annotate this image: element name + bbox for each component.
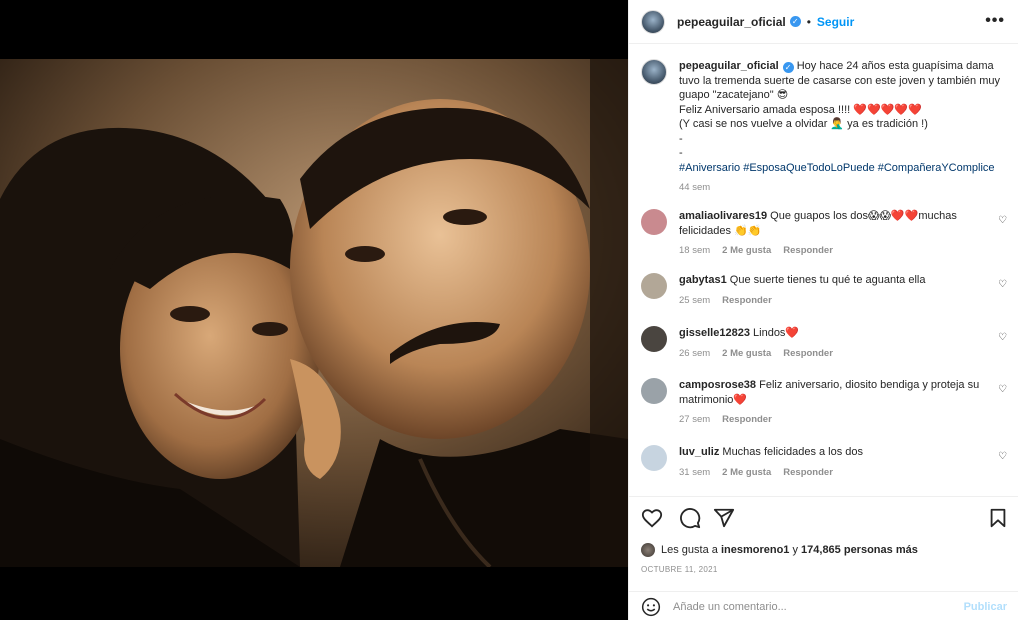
comment-like-icon[interactable]: ♡ — [998, 451, 1007, 462]
caption-text-5: - — [679, 147, 683, 159]
comment-item: camposrose38 Feliz aniversario, diosito … — [641, 378, 1007, 428]
caption-text-2: Feliz Aniversario amada esposa !!!! ❤️❤️… — [679, 103, 922, 116]
comment-text: Muchas felicidades a los dos — [722, 446, 864, 458]
comment-username[interactable]: gisselle12823 — [679, 327, 750, 339]
comment-item: luv_uliz Muchas felicidades a los dos 31… — [641, 445, 1007, 480]
author-avatar[interactable] — [641, 9, 665, 34]
comment-like-icon[interactable]: ♡ — [998, 215, 1007, 226]
separator-dot: • — [806, 14, 811, 29]
comment-time[interactable]: 26 sem — [679, 348, 710, 359]
likes-prefix: Les gusta a — [661, 544, 718, 556]
post-details-pane: pepeaguilar_oficial ✓ • Seguir ••• pepea… — [628, 0, 1018, 620]
reply-button[interactable]: Responder — [783, 348, 833, 359]
comment-likes[interactable]: 2 Me gusta — [722, 467, 771, 478]
post-date[interactable]: OCTUBRE 11, 2021 — [641, 565, 718, 574]
comment-likes[interactable]: 2 Me gusta — [722, 245, 771, 256]
action-icons — [639, 507, 1009, 533]
commenter-avatar[interactable] — [641, 273, 667, 299]
commenter-avatar[interactable] — [641, 326, 667, 352]
comment-time[interactable]: 25 sem — [679, 295, 710, 306]
commenter-avatar[interactable] — [641, 445, 667, 471]
publish-button[interactable]: Publicar — [964, 601, 1007, 613]
comment-text: Lindos❤️ — [753, 327, 800, 339]
share-icon[interactable] — [713, 507, 735, 529]
follow-button[interactable]: Seguir — [817, 15, 854, 29]
caption-meta: 44 sem — [679, 181, 1007, 196]
verified-icon: ✓ — [789, 16, 801, 27]
post-photo[interactable] — [0, 59, 628, 567]
instagram-post-view: pepeaguilar_oficial ✓ • Seguir ••• pepea… — [0, 0, 1018, 620]
caption-time[interactable]: 44 sem — [679, 182, 710, 193]
comment-icon[interactable] — [679, 507, 701, 529]
author-username[interactable]: pepeaguilar_oficial — [677, 15, 786, 29]
comment-like-icon[interactable]: ♡ — [998, 332, 1007, 343]
reply-button[interactable]: Responder — [783, 467, 833, 478]
comment-username[interactable]: camposrose38 — [679, 379, 756, 391]
caption-username[interactable]: pepeaguilar_oficial — [679, 60, 779, 72]
reply-button[interactable]: Responder — [783, 245, 833, 256]
comment-username[interactable]: luv_uliz — [679, 446, 719, 458]
reply-button[interactable]: Responder — [722, 414, 772, 425]
comment-time[interactable]: 31 sem — [679, 467, 710, 478]
media-pane — [0, 0, 628, 620]
emoji-icon[interactable] — [641, 597, 661, 617]
heart-icon[interactable] — [641, 507, 663, 529]
caption-hashtags[interactable]: #Aniversario #EsposaQueTodoLoPuede #Comp… — [679, 161, 1007, 176]
comment-username[interactable]: amaliaolivares19 — [679, 210, 767, 222]
caption-text-3: (Y casi se nos vuelve a olvidar 🤦‍♂️ ya … — [679, 118, 928, 130]
post-actions: Les gusta a inesmoreno1 y 174,865 person… — [629, 496, 1018, 620]
likes-middle: y — [792, 544, 798, 556]
caption-text-4: - — [679, 132, 683, 145]
photo-illustration — [0, 59, 628, 567]
liker-username[interactable]: inesmoreno1 — [721, 544, 789, 556]
likes-count[interactable]: 174,865 personas más — [801, 544, 918, 556]
verified-icon: ✓ — [782, 62, 794, 73]
comment-item: gabytas1 Que suerte tienes tu qué te agu… — [641, 273, 1007, 308]
reply-button[interactable]: Responder — [722, 295, 772, 306]
comment-time[interactable]: 27 sem — [679, 414, 710, 425]
commenter-avatar[interactable] — [641, 378, 667, 404]
comment-username[interactable]: gabytas1 — [679, 274, 727, 286]
comment-time[interactable]: 18 sem — [679, 245, 710, 256]
caption-avatar[interactable] — [641, 59, 667, 85]
comment-like-icon[interactable]: ♡ — [998, 279, 1007, 290]
bookmark-icon[interactable] — [987, 507, 1009, 529]
more-options-icon[interactable]: ••• — [985, 12, 1005, 30]
comment-input[interactable]: Añade un comentario... — [673, 601, 964, 613]
likes-summary: Les gusta a inesmoreno1 y 174,865 person… — [641, 543, 918, 557]
liker-avatar[interactable] — [641, 543, 655, 557]
post-header: pepeaguilar_oficial ✓ • Seguir ••• — [629, 0, 1018, 44]
comment-like-icon[interactable]: ♡ — [998, 384, 1007, 395]
comments-scroll[interactable]: pepeaguilar_oficial ✓ Hoy hace 24 años es… — [629, 45, 1018, 495]
caption: pepeaguilar_oficial ✓ Hoy hace 24 años es… — [641, 59, 1007, 196]
commenter-avatar[interactable] — [641, 209, 667, 235]
comment-item: gisselle12823 Lindos❤️ 26 sem 2 Me gusta R… — [641, 326, 1007, 361]
comment-text: Que suerte tienes tu qué te aguanta ella — [729, 274, 926, 286]
comment-likes[interactable]: 2 Me gusta — [722, 348, 771, 359]
comment-item: amaliaolivares19 Que guapos los dos😱😱❤️❤… — [641, 209, 1007, 259]
comment-composer: Añade un comentario... Publicar — [629, 591, 1018, 620]
